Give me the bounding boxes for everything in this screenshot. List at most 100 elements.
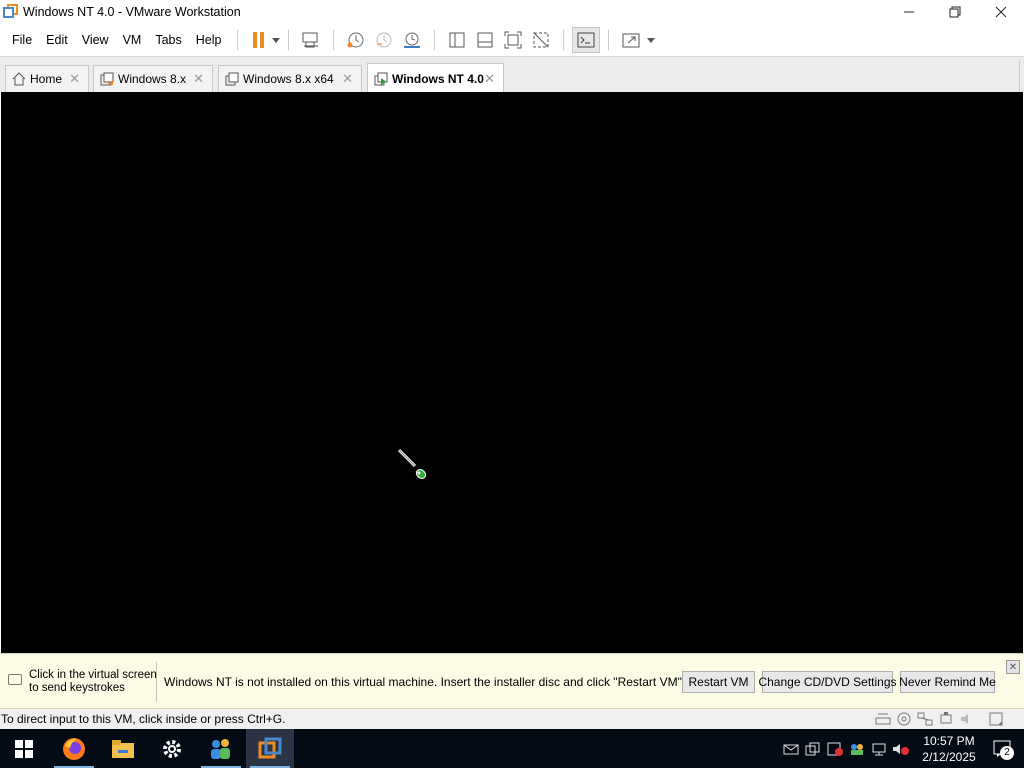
pause-button[interactable] bbox=[246, 27, 270, 53]
show-library-icon bbox=[449, 32, 465, 48]
menu-vm[interactable]: VM bbox=[117, 29, 148, 51]
close-icon[interactable]: ✕ bbox=[342, 71, 353, 87]
notification-message: Windows NT is not installed on this virt… bbox=[164, 675, 686, 689]
console-view-button[interactable] bbox=[572, 27, 601, 53]
vm-running-icon bbox=[374, 72, 388, 85]
tray-volume-muted-icon[interactable] bbox=[890, 729, 912, 768]
snapshot-take-icon bbox=[347, 32, 364, 48]
tab-windows-nt-4[interactable]: Windows NT 4.0 ✕ bbox=[367, 63, 504, 93]
notification-count-badge: 2 bbox=[1000, 746, 1014, 760]
firefox-icon bbox=[63, 737, 85, 760]
window-title: Windows NT 4.0 - VMware Workstation bbox=[23, 5, 241, 19]
tray-mail-icon[interactable] bbox=[780, 729, 802, 768]
tab-windows-8x-x64[interactable]: Windows 8.x x64 ✕ bbox=[218, 65, 362, 92]
home-icon bbox=[12, 72, 26, 86]
snapshot-manager-button[interactable] bbox=[398, 27, 426, 53]
vmware-workstation-icon bbox=[258, 737, 282, 758]
start-button[interactable] bbox=[0, 729, 48, 768]
file-explorer-icon bbox=[112, 739, 134, 758]
restore-button[interactable] bbox=[932, 0, 978, 24]
tab-home[interactable]: Home ✕ bbox=[5, 65, 89, 92]
toolbar-separator bbox=[237, 30, 239, 50]
close-button[interactable] bbox=[978, 0, 1024, 24]
divider bbox=[156, 662, 157, 702]
toolbar-separator bbox=[608, 30, 610, 50]
show-library-button[interactable] bbox=[443, 27, 471, 53]
message-log-icon[interactable] bbox=[988, 711, 1004, 726]
unity-button[interactable] bbox=[527, 27, 555, 53]
restart-vm-button[interactable]: Restart VM bbox=[682, 671, 755, 693]
snapshot-manager-icon bbox=[404, 32, 421, 48]
close-icon[interactable]: ✕ bbox=[484, 71, 495, 87]
tray-network-people-icon[interactable] bbox=[846, 729, 868, 768]
hard-disk-icon[interactable] bbox=[875, 711, 891, 726]
never-remind-me-button[interactable]: Never Remind Me bbox=[899, 671, 996, 693]
window-controls bbox=[886, 0, 1024, 24]
taskbar-network-people[interactable] bbox=[197, 729, 245, 768]
toolbar-separator bbox=[434, 30, 436, 50]
menu-help[interactable]: Help bbox=[190, 29, 228, 51]
tab-windows-8x[interactable]: Windows 8.x ✕ bbox=[93, 65, 213, 92]
menu-toolbar: File Edit View VM Tabs Help bbox=[0, 24, 1024, 56]
vm-paused-icon bbox=[100, 72, 114, 86]
full-screen-button[interactable] bbox=[499, 27, 527, 53]
pause-icon bbox=[252, 32, 264, 48]
toolbar-separator bbox=[288, 30, 290, 50]
busy-pointer-icon bbox=[397, 448, 427, 479]
close-icon[interactable]: ✕ bbox=[193, 71, 204, 87]
stretch-dropdown-chevron-icon[interactable] bbox=[647, 37, 656, 43]
action-center-button[interactable]: 2 bbox=[982, 729, 1024, 768]
console-view-icon bbox=[577, 32, 595, 48]
close-icon[interactable]: ✕ bbox=[1006, 660, 1020, 674]
menu-view[interactable]: View bbox=[76, 29, 115, 51]
vm-console-screen[interactable] bbox=[1, 92, 1023, 653]
status-bar: To direct input to this VM, click inside… bbox=[0, 709, 1024, 729]
tab-label: Windows NT 4.0 bbox=[392, 71, 484, 86]
vm-icon bbox=[225, 72, 239, 86]
network-people-icon bbox=[211, 738, 230, 759]
keystroke-hint: Click in the virtual screen to send keys… bbox=[29, 669, 157, 695]
close-icon bbox=[995, 6, 1007, 18]
taskbar-vmware-workstation[interactable] bbox=[246, 729, 294, 768]
thumbnail-bar-button[interactable] bbox=[471, 27, 499, 53]
power-dropdown-chevron-icon[interactable] bbox=[272, 37, 281, 43]
tray-security-alert-icon[interactable] bbox=[824, 729, 846, 768]
menu-file[interactable]: File bbox=[6, 29, 38, 51]
restore-icon bbox=[949, 6, 961, 18]
clock-date: 2/12/2025 bbox=[922, 749, 976, 764]
hint-line: to send keystrokes bbox=[29, 682, 125, 694]
vmware-app-icon[interactable] bbox=[3, 4, 19, 20]
usb-icon[interactable] bbox=[938, 711, 954, 726]
clock-time: 10:57 PM bbox=[923, 733, 975, 748]
keyboard-icon bbox=[8, 674, 22, 685]
notification-bar: Click in the virtual screen to send keys… bbox=[0, 653, 1024, 709]
start-icon bbox=[15, 739, 33, 758]
device-status-icons bbox=[875, 711, 1004, 726]
taskbar-clock[interactable]: 10:57 PM 2/12/2025 bbox=[916, 733, 982, 765]
taskbar-firefox[interactable] bbox=[50, 729, 98, 768]
cd-dvd-icon[interactable] bbox=[896, 711, 912, 726]
tray-network-icon[interactable] bbox=[868, 729, 890, 768]
taskbar-file-explorer[interactable] bbox=[99, 729, 147, 768]
stretch-guest-button[interactable] bbox=[617, 27, 645, 53]
hint-line: Click in the virtual screen bbox=[29, 669, 157, 681]
take-snapshot-button[interactable] bbox=[342, 27, 370, 53]
system-tray: 10:57 PM 2/12/2025 2 bbox=[780, 729, 1024, 768]
toolbar-separator bbox=[563, 30, 565, 50]
menu-tabs[interactable]: Tabs bbox=[149, 29, 187, 51]
minimize-button[interactable] bbox=[886, 0, 932, 24]
tab-scroll[interactable] bbox=[1019, 61, 1024, 91]
close-icon[interactable]: ✕ bbox=[69, 71, 80, 87]
tray-vm-icon[interactable] bbox=[802, 729, 824, 768]
stretch-guest-icon bbox=[622, 33, 640, 48]
revert-snapshot-button[interactable] bbox=[370, 27, 398, 53]
menu-edit[interactable]: Edit bbox=[40, 29, 74, 51]
vm-tab-strip: Home ✕ Windows 8.x ✕ Windows 8.x x64 ✕ W… bbox=[0, 56, 1024, 93]
unity-icon bbox=[533, 32, 549, 48]
show-thumbnail-bar-icon bbox=[477, 32, 493, 48]
taskbar-settings[interactable] bbox=[148, 729, 196, 768]
change-cd-dvd-settings-button[interactable]: Change CD/DVD Settings bbox=[758, 671, 897, 693]
network-adapter-icon[interactable] bbox=[917, 711, 933, 726]
sound-icon[interactable] bbox=[959, 711, 975, 726]
send-ctrl-alt-del-button[interactable] bbox=[297, 27, 325, 53]
